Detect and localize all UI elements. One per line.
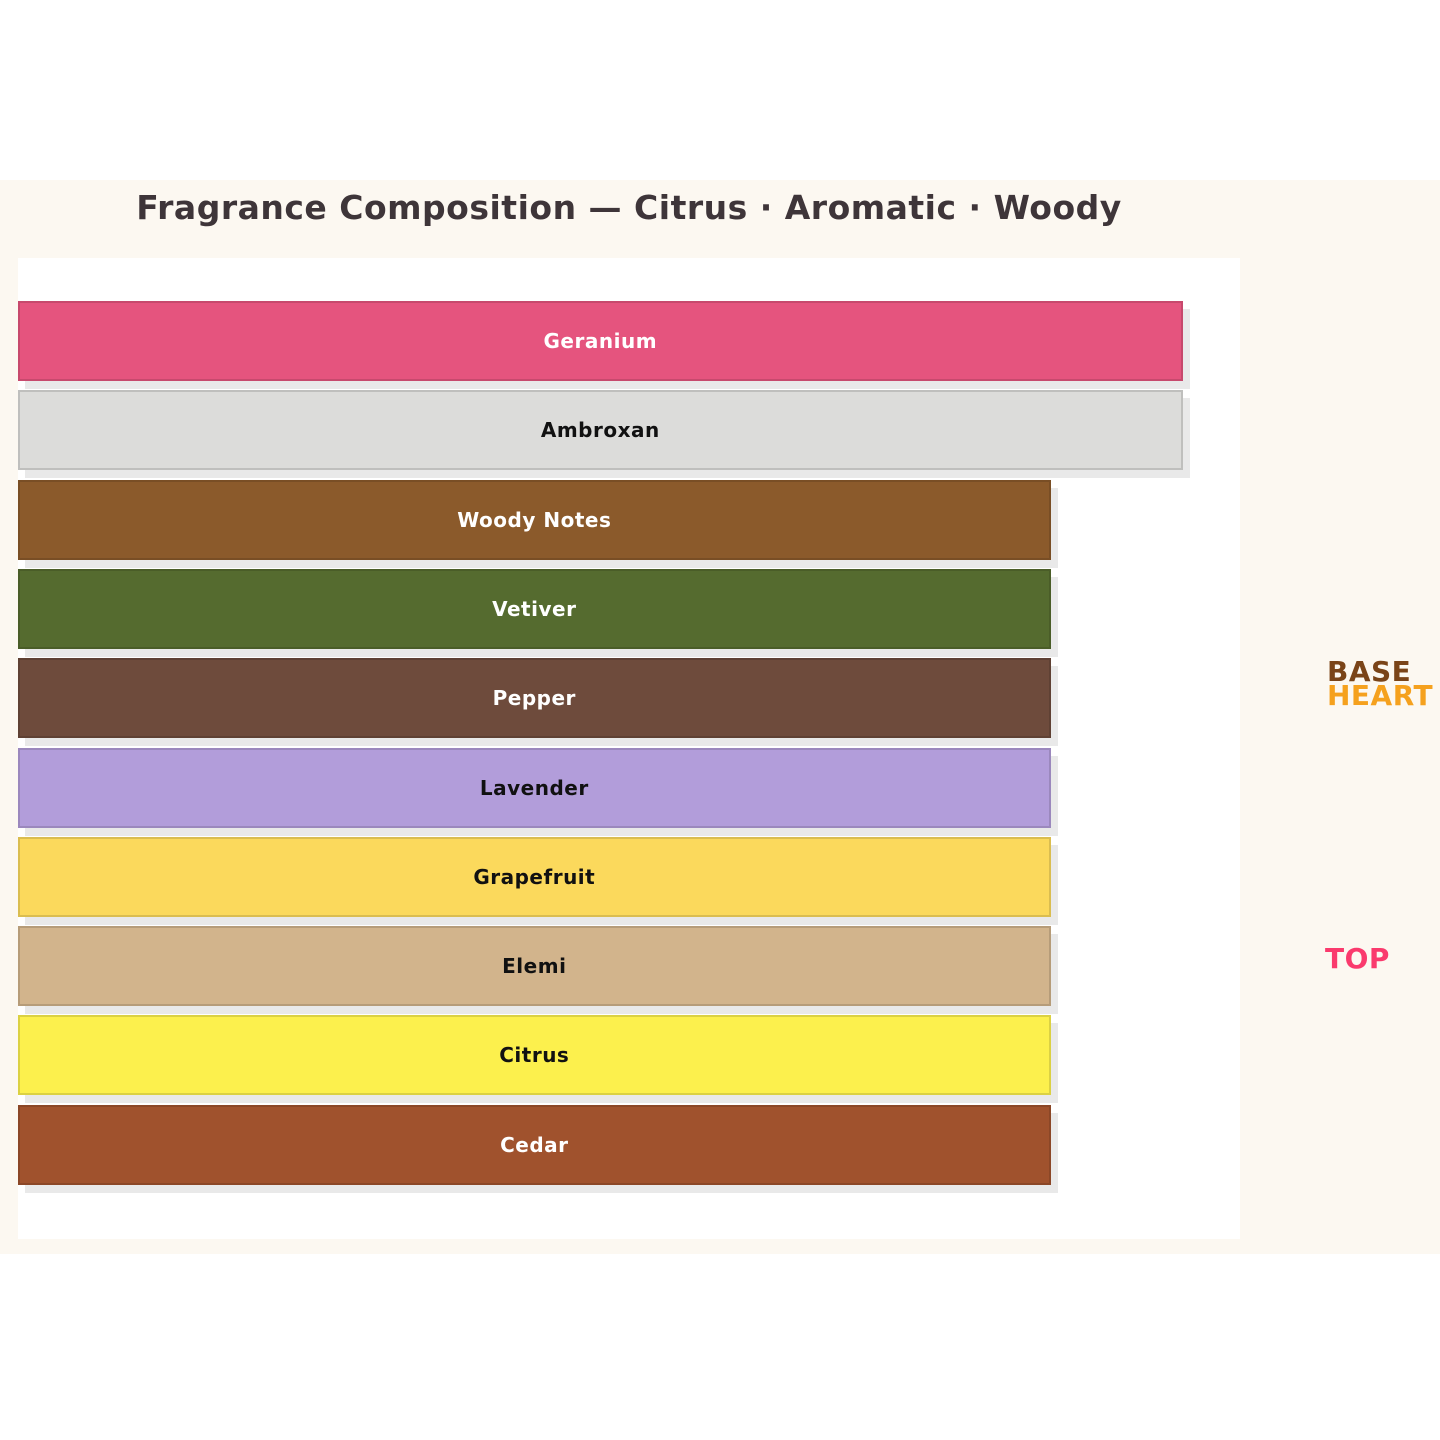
bar-label: Grapefruit (473, 865, 595, 889)
bar-label: Lavender (480, 776, 589, 800)
bar-citrus: Citrus (18, 1015, 1051, 1095)
bar-label: Elemi (502, 954, 566, 978)
heart-notes-label: HEART (1327, 682, 1433, 710)
bar-label: Geranium (544, 329, 658, 353)
bar-label: Woody Notes (457, 508, 611, 532)
bar-label: Vetiver (492, 597, 576, 621)
bar-label: Cedar (500, 1133, 568, 1157)
bar-label: Citrus (499, 1043, 569, 1067)
top-notes-label: TOP (1325, 945, 1390, 973)
fragrance-figure: Fragrance Composition — Citrus · Aromati… (0, 180, 1440, 1254)
screen: Fragrance Composition — Citrus · Aromati… (0, 0, 1440, 1440)
bar-label: Ambroxan (541, 418, 660, 442)
chart-title: Fragrance Composition — Citrus · Aromati… (18, 188, 1240, 227)
bar-ambroxan: Ambroxan (18, 390, 1183, 470)
bar-grapefruit: Grapefruit (18, 837, 1051, 917)
bar-vetiver: Vetiver (18, 569, 1051, 649)
bar-woody-notes: Woody Notes (18, 480, 1051, 560)
bar-geranium: Geranium (18, 301, 1183, 381)
bar-chart: Geranium Ambroxan Woody Notes Vetiver Pepper… (18, 258, 1240, 1239)
bar-elemi: Elemi (18, 926, 1051, 1006)
bar-pepper: Pepper (18, 658, 1051, 738)
bar-lavender: Lavender (18, 748, 1051, 828)
bar-cedar: Cedar (18, 1105, 1051, 1185)
bar-label: Pepper (493, 686, 576, 710)
